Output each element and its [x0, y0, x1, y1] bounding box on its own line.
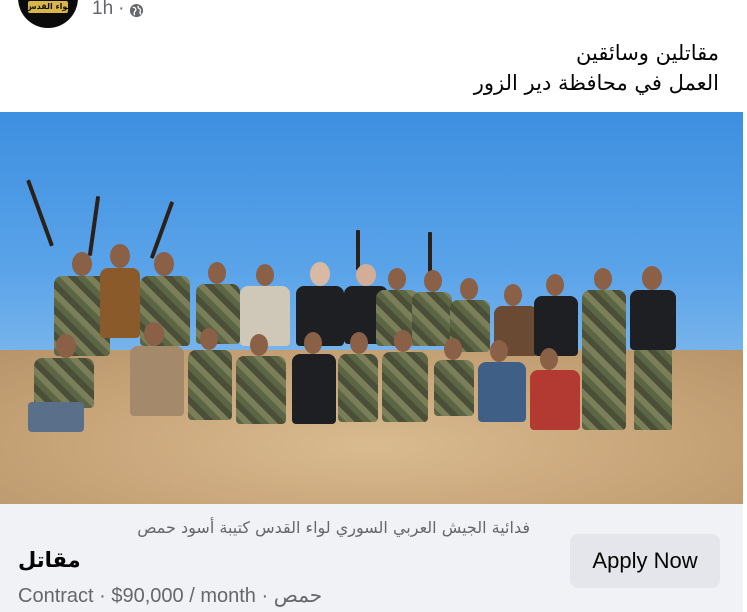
- right-edge: [743, 112, 747, 612]
- page-avatar[interactable]: لواء القدس: [18, 0, 78, 28]
- post-timestamp[interactable]: 1h: [92, 0, 113, 20]
- meta-separator: ·: [118, 0, 125, 19]
- globe-icon[interactable]: [129, 3, 144, 18]
- rifle-shape: [26, 179, 54, 247]
- post-text: مقاتلين وسائقين العمل في محافظة دير الزو…: [474, 38, 719, 98]
- post-header: لواء القدس 1h · مقاتلين وسائقين العمل في…: [0, 0, 747, 112]
- rifle-shape: [149, 201, 175, 259]
- rifle-shape: [87, 196, 101, 256]
- listing-subtitle: فدائية الجيش العربي السوري لواء القدس كت…: [137, 518, 530, 537]
- rifle-shape: [356, 230, 360, 270]
- post-text-line-1: مقاتلين وسائقين: [576, 41, 719, 65]
- photo-group-of-fighters: [0, 112, 743, 504]
- job-listing-footer: فدائية الجيش العربي السوري لواء القدس كت…: [0, 504, 743, 612]
- rifle-shape: [428, 232, 432, 272]
- job-title[interactable]: مقاتل: [18, 548, 81, 572]
- post-photo[interactable]: [0, 112, 743, 504]
- job-details: Contract · $90,000 / month · حمص: [18, 585, 323, 607]
- apply-now-button[interactable]: Apply Now: [570, 534, 720, 588]
- avatar-logo-text: لواء القدس: [25, 2, 71, 11]
- post-meta: 1h ·: [92, 0, 144, 20]
- post-text-line-2: العمل في محافظة دير الزور: [473, 71, 719, 95]
